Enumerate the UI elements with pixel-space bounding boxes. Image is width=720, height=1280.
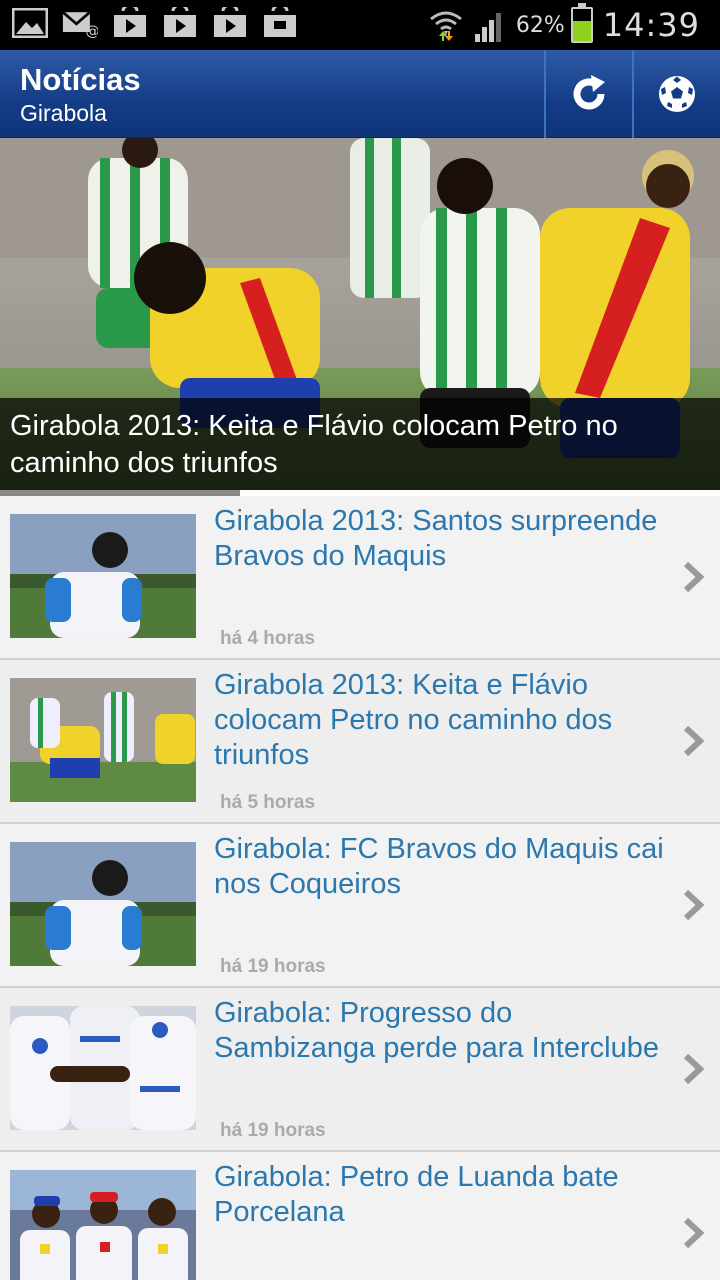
clock: 14:39 <box>602 6 700 44</box>
page-subtitle: Girabola <box>20 100 107 126</box>
page-title: Notícias <box>20 62 141 97</box>
refresh-button[interactable] <box>544 50 632 138</box>
store-bag-icon <box>262 7 298 39</box>
status-right: 62% 14:39 <box>428 3 700 46</box>
news-thumbnail <box>10 678 196 802</box>
chevron-right-icon <box>683 1053 705 1085</box>
news-title: Girabola: Progresso do Sambizanga perde … <box>214 997 659 1064</box>
refresh-icon <box>573 75 605 110</box>
news-thumbnail <box>10 1006 196 1130</box>
hero-slider[interactable]: Girabola 2013: Keita e Flávio colocam Pe… <box>0 138 720 490</box>
chevron-right-icon <box>683 561 705 593</box>
battery-percent: 62% <box>515 12 565 38</box>
hero-caption-text: Girabola 2013: Keita e Flávio colocam Pe… <box>10 410 618 479</box>
play-store-icon <box>112 7 148 39</box>
svg-text:@: @ <box>85 24 98 38</box>
gallery-notification-icon <box>12 7 48 39</box>
app-bar: Notícias Girabola <box>0 50 720 138</box>
news-title: Girabola 2013: Santos surpreende Bravos … <box>214 505 658 572</box>
chevron-right-icon <box>683 1217 705 1249</box>
teams-button[interactable] <box>632 50 720 138</box>
news-time: há 5 horas <box>220 792 316 813</box>
status-bar: @ 62% <box>0 0 720 50</box>
email-notification-icon: @ <box>62 7 98 39</box>
play-store-icon <box>162 7 198 39</box>
hero-caption: Girabola 2013: Keita e Flávio colocam Pe… <box>0 398 720 490</box>
news-list: Girabola 2013: Santos surpreende Bravos … <box>0 496 720 1280</box>
list-item[interactable]: Girabola 2013: Santos surpreende Bravos … <box>0 496 720 660</box>
chevron-right-icon <box>683 889 705 921</box>
news-time: há 19 horas <box>220 1120 326 1141</box>
list-item[interactable]: Girabola: Petro de Luanda bate Porcelana <box>0 1152 720 1280</box>
news-thumbnail <box>10 842 196 966</box>
news-title: Girabola 2013: Keita e Flávio colocam Pe… <box>214 669 613 771</box>
news-thumbnail <box>10 1170 196 1280</box>
list-item[interactable]: Girabola: FC Bravos do Maquis cai nos Co… <box>0 824 720 988</box>
news-time: há 19 horas <box>220 956 326 977</box>
news-title: Girabola: Petro de Luanda bate Porcelana <box>214 1161 619 1228</box>
notification-icons: @ <box>12 7 298 39</box>
battery-icon <box>570 3 593 43</box>
list-item[interactable]: Girabola 2013: Keita e Flávio colocam Pe… <box>0 660 720 824</box>
list-item[interactable]: Girabola: Progresso do Sambizanga perde … <box>0 988 720 1152</box>
news-title: Girabola: FC Bravos do Maquis cai nos Co… <box>214 833 664 900</box>
chevron-right-icon <box>683 725 705 757</box>
play-store-icon <box>212 7 248 39</box>
news-time: há 4 horas <box>220 628 316 649</box>
news-thumbnail <box>10 514 196 638</box>
wifi-icon <box>429 11 462 41</box>
soccer-ball-icon <box>659 76 695 112</box>
signal-icon <box>474 13 501 42</box>
